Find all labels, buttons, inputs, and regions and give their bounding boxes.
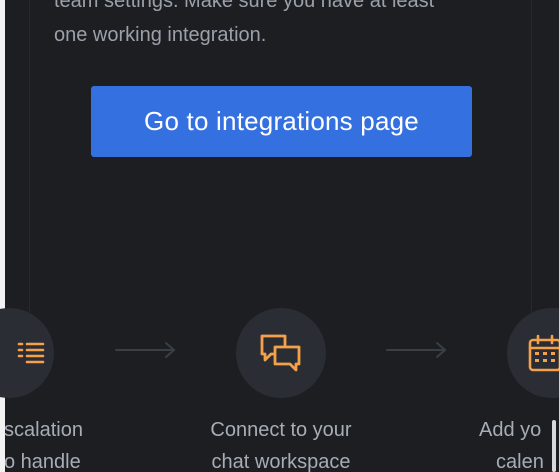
step-calendar-label: Add yo calen bbox=[479, 414, 544, 472]
step-connect-chat-label: Connect to your chat workspace bbox=[196, 414, 366, 472]
panel-border-left bbox=[29, 0, 30, 320]
calendar-icon bbox=[528, 334, 559, 372]
step-connect-chat-label-line-1: Connect to your bbox=[210, 419, 352, 441]
list-icon bbox=[17, 342, 44, 364]
integration-description: team settings. Make sure you have at lea… bbox=[54, 0, 524, 52]
step-calendar-circle bbox=[507, 308, 559, 398]
window-edge bbox=[0, 0, 5, 472]
step-escalation-label-line-2: o handle bbox=[4, 451, 81, 472]
go-to-integrations-button[interactable]: Go to integrations page bbox=[91, 86, 472, 157]
chat-bubbles-icon bbox=[260, 334, 301, 372]
step-escalation-label-line-1: scalation bbox=[4, 419, 83, 441]
step-arrow-2 bbox=[386, 342, 447, 358]
description-line-2: one working integration. bbox=[54, 24, 267, 46]
step-connect-chat-label-line-2: chat workspace bbox=[211, 451, 351, 472]
description-line-1: team settings. Make sure you have at lea… bbox=[54, 0, 435, 12]
step-escalation-circle bbox=[0, 308, 54, 398]
step-calendar-label-line-2: calen bbox=[496, 451, 544, 472]
onboarding-screen: team settings. Make sure you have at lea… bbox=[0, 0, 559, 472]
step-calendar-label-line-1: Add yo bbox=[479, 419, 542, 441]
step-connect-chat-circle bbox=[236, 308, 326, 398]
step-escalation-label: scalation o handle bbox=[4, 414, 83, 472]
panel-border-right bbox=[531, 0, 532, 320]
vertical-scrollbar[interactable] bbox=[552, 420, 556, 472]
step-arrow-1 bbox=[115, 342, 176, 358]
